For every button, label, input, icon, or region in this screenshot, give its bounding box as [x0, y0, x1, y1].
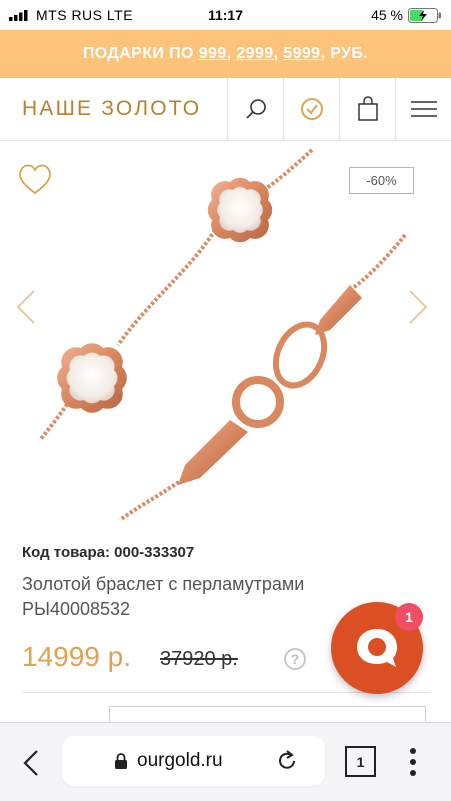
search-icon	[246, 99, 266, 119]
back-button[interactable]	[14, 743, 48, 783]
promo-link-999[interactable]: 999	[199, 45, 227, 63]
check-badge-icon	[301, 98, 323, 120]
shopping-bag-icon	[358, 96, 378, 121]
status-bar: MTS RUS LTE 11:17 45 %	[0, 0, 451, 30]
menu-icon	[411, 101, 437, 117]
product-gallery[interactable]	[0, 141, 451, 523]
address-bar[interactable]: ourgold.ru	[62, 736, 325, 786]
more-vertical-icon	[410, 748, 416, 776]
browser-toolbar: ourgold.ru 1	[0, 722, 451, 801]
tabs-button[interactable]: 1	[345, 746, 376, 777]
site-header: НАШЕ ЗОЛОТО	[0, 78, 451, 141]
product-price: 14999 р.	[22, 641, 131, 672]
promo-link-2999[interactable]: 2999	[236, 45, 273, 63]
battery-charging-icon	[408, 8, 441, 23]
promo-separator: ,	[226, 45, 232, 62]
promo-link-5999[interactable]: 5999	[283, 45, 320, 63]
old-price: 37920 р.	[160, 648, 238, 670]
menu-button[interactable]	[395, 78, 451, 140]
promo-prefix: ПОДАРКИ ПО	[82, 45, 194, 62]
discount-badge: -60%	[349, 167, 414, 194]
search-button[interactable]	[227, 78, 284, 140]
site-logo[interactable]: НАШЕ ЗОЛОТО	[22, 97, 201, 121]
favorites-button[interactable]	[283, 78, 340, 140]
lock-icon	[115, 753, 127, 769]
chevron-back-icon	[23, 750, 38, 776]
reload-icon[interactable]	[275, 748, 299, 774]
chat-bubble-icon	[357, 629, 397, 667]
heart-icon[interactable]	[17, 163, 53, 195]
battery-percent: 45 %	[371, 7, 403, 23]
product-image	[38, 148, 407, 522]
promo-banner[interactable]: ПОДАРКИ ПО 999, 2999, 5999, РУБ.	[0, 30, 451, 78]
promo-suffix: , РУБ.	[320, 45, 369, 62]
product-title: Золотой браслет с перламутрами РЫ4000853…	[22, 574, 305, 619]
more-button[interactable]	[398, 745, 428, 779]
cart-button[interactable]	[339, 78, 396, 140]
url-text: ourgold.ru	[137, 750, 223, 771]
promo-separator: ,	[273, 45, 279, 62]
chevron-left-icon[interactable]	[16, 289, 36, 325]
product-code: Код товара: 000-333307	[22, 544, 195, 561]
chevron-right-icon[interactable]	[408, 289, 428, 325]
chat-notification-badge: 1	[395, 603, 423, 631]
price-help-icon[interactable]: ?	[284, 648, 306, 670]
